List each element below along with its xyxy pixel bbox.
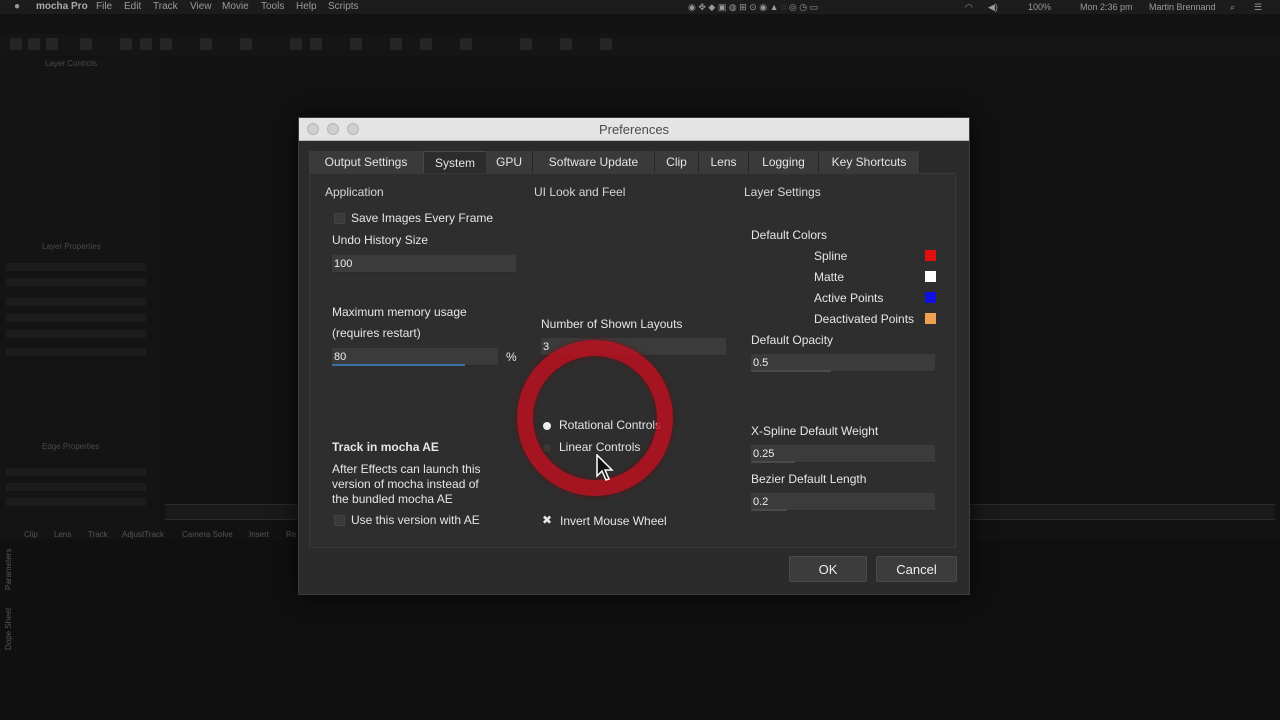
xspline-slider-bar — [751, 461, 795, 463]
preferences-dialog: Preferences Output Settings System GPU S… — [298, 117, 970, 595]
tab-clip[interactable]: Clip — [655, 151, 699, 173]
tab-system[interactable]: System — [423, 151, 487, 175]
xspline-weight-input[interactable]: 0.25 — [751, 445, 935, 463]
menu-file[interactable]: File — [96, 0, 112, 14]
tab-gpu[interactable]: GPU — [486, 151, 533, 173]
default-opacity-label: Default Opacity — [751, 333, 834, 347]
tab-output-settings[interactable]: Output Settings — [309, 151, 424, 173]
save-images-checkbox[interactable] — [334, 213, 345, 224]
deactivated-points-color-swatch[interactable] — [925, 313, 936, 324]
volume-icon[interactable]: ◀) — [988, 0, 998, 14]
menu-list-icon[interactable]: ☰ — [1254, 0, 1262, 14]
ui-look-and-feel-heading: UI Look and Feel — [534, 185, 626, 199]
max-memory-input[interactable]: 80 — [332, 348, 498, 366]
user-name[interactable]: Martin Brennand — [1149, 0, 1216, 14]
tab-camera-solve[interactable]: Camera Solve — [182, 530, 233, 539]
track-ae-desc-line2: version of mocha instead of — [332, 477, 479, 491]
tab-lens[interactable]: Lens — [699, 151, 749, 173]
save-images-label: Save Images Every Frame — [351, 211, 494, 225]
linear-controls-label: Linear Controls — [559, 440, 641, 454]
tab-adjusttrack[interactable]: AdjustTrack — [122, 530, 164, 539]
battery-percent[interactable]: 100% — [1028, 0, 1051, 14]
system-tab-content: Application Save Images Every Frame Undo… — [309, 173, 956, 548]
shown-layouts-input[interactable]: 3 — [541, 338, 726, 356]
matte-color-swatch[interactable] — [925, 271, 936, 282]
side-tab-parameters[interactable]: Parameters — [4, 549, 13, 590]
linear-controls-radio[interactable] — [543, 444, 551, 452]
menu-movie[interactable]: Movie — [222, 0, 249, 14]
system-menu-bar: ● mocha Pro File Edit Track View Movie T… — [0, 0, 1280, 14]
shown-layouts-label: Number of Shown Layouts — [541, 317, 683, 331]
menu-view[interactable]: View — [190, 0, 212, 14]
undo-history-label: Undo History Size — [332, 233, 429, 247]
rotational-controls-radio[interactable] — [543, 422, 551, 430]
application-heading: Application — [325, 185, 384, 199]
invert-mouse-wheel-checkbox[interactable]: ✖ — [542, 513, 552, 527]
invert-mouse-wheel-label: Invert Mouse Wheel — [560, 514, 667, 528]
tab-logging[interactable]: Logging — [749, 151, 819, 173]
spline-color-label: Spline — [814, 249, 848, 263]
layer-controls-label: Layer Controls — [45, 59, 98, 68]
rotational-controls-label: Rotational Controls — [559, 418, 662, 432]
tab-insert[interactable]: Insert — [249, 530, 269, 539]
tab-track[interactable]: Track — [88, 530, 108, 539]
apple-icon[interactable]: ● — [14, 0, 20, 14]
bezier-length-label: Bezier Default Length — [751, 472, 867, 486]
background-left-panel — [0, 58, 160, 548]
menu-help[interactable]: Help — [296, 0, 317, 14]
bezier-slider-bar — [751, 509, 787, 511]
background-toolbar — [0, 34, 1280, 56]
undo-history-input[interactable]: 100 — [332, 255, 516, 273]
tab-re[interactable]: Re — [286, 530, 296, 539]
opacity-slider-bar — [751, 370, 831, 372]
spline-color-swatch[interactable] — [925, 250, 936, 261]
menu-edit[interactable]: Edit — [124, 0, 141, 14]
menu-track[interactable]: Track — [153, 0, 178, 14]
active-points-color-swatch[interactable] — [925, 292, 936, 303]
memory-usage-bar — [332, 364, 465, 366]
use-version-with-ae-checkbox[interactable] — [334, 515, 345, 526]
tab-clip[interactable]: Clip — [24, 530, 38, 539]
layer-properties-label: Layer Properties — [42, 242, 101, 251]
use-version-with-ae-label: Use this version with AE — [351, 513, 480, 527]
tab-key-shortcuts[interactable]: Key Shortcuts — [819, 151, 920, 173]
deactivated-points-color-label: Deactivated Points — [814, 312, 915, 326]
track-ae-desc-line1: After Effects can launch this — [332, 462, 481, 476]
status-icons[interactable]: ◉ ✥ ◆ ▣ ◍ ⊞ ⊙ ◉ ▲ ◌ ◎ ◷ ▭ — [688, 0, 818, 14]
preferences-tab-bar: Output Settings System GPU Software Upda… — [309, 151, 954, 175]
wifi-icon[interactable]: ◠ — [965, 0, 973, 14]
default-colors-label: Default Colors — [751, 228, 828, 242]
default-opacity-input[interactable]: 0.5 — [751, 354, 935, 372]
track-ae-desc-line3: the bundled mocha AE — [332, 492, 453, 506]
clock[interactable]: Mon 2:36 pm — [1080, 0, 1133, 14]
cancel-button[interactable]: Cancel — [876, 556, 957, 582]
tab-lens[interactable]: Lens — [54, 530, 71, 539]
active-points-color-label: Active Points — [814, 291, 884, 305]
mouse-cursor-icon — [596, 454, 614, 481]
tab-software-update[interactable]: Software Update — [533, 151, 655, 173]
layer-settings-heading: Layer Settings — [744, 185, 821, 199]
search-icon[interactable]: ⌕ — [1230, 0, 1235, 14]
memory-percent-unit: % — [506, 350, 517, 364]
dialog-title-bar[interactable]: Preferences — [299, 118, 969, 141]
menu-scripts[interactable]: Scripts — [328, 0, 359, 14]
edge-properties-label: Edge Properties — [42, 442, 100, 451]
ok-button[interactable]: OK — [789, 556, 867, 582]
matte-color-label: Matte — [814, 270, 845, 284]
max-memory-label: Maximum memory usage — [332, 305, 467, 319]
side-tab-dope-sheet[interactable]: Dope Sheet — [4, 608, 13, 650]
xspline-weight-label: X-Spline Default Weight — [751, 424, 879, 438]
requires-restart-label: (requires restart) — [332, 326, 421, 340]
menu-tools[interactable]: Tools — [261, 0, 284, 14]
dialog-title: Preferences — [598, 122, 670, 137]
app-menu[interactable]: mocha Pro — [36, 0, 88, 14]
track-in-mocha-ae-heading: Track in mocha AE — [332, 440, 439, 454]
bezier-length-input[interactable]: 0.2 — [751, 493, 935, 511]
